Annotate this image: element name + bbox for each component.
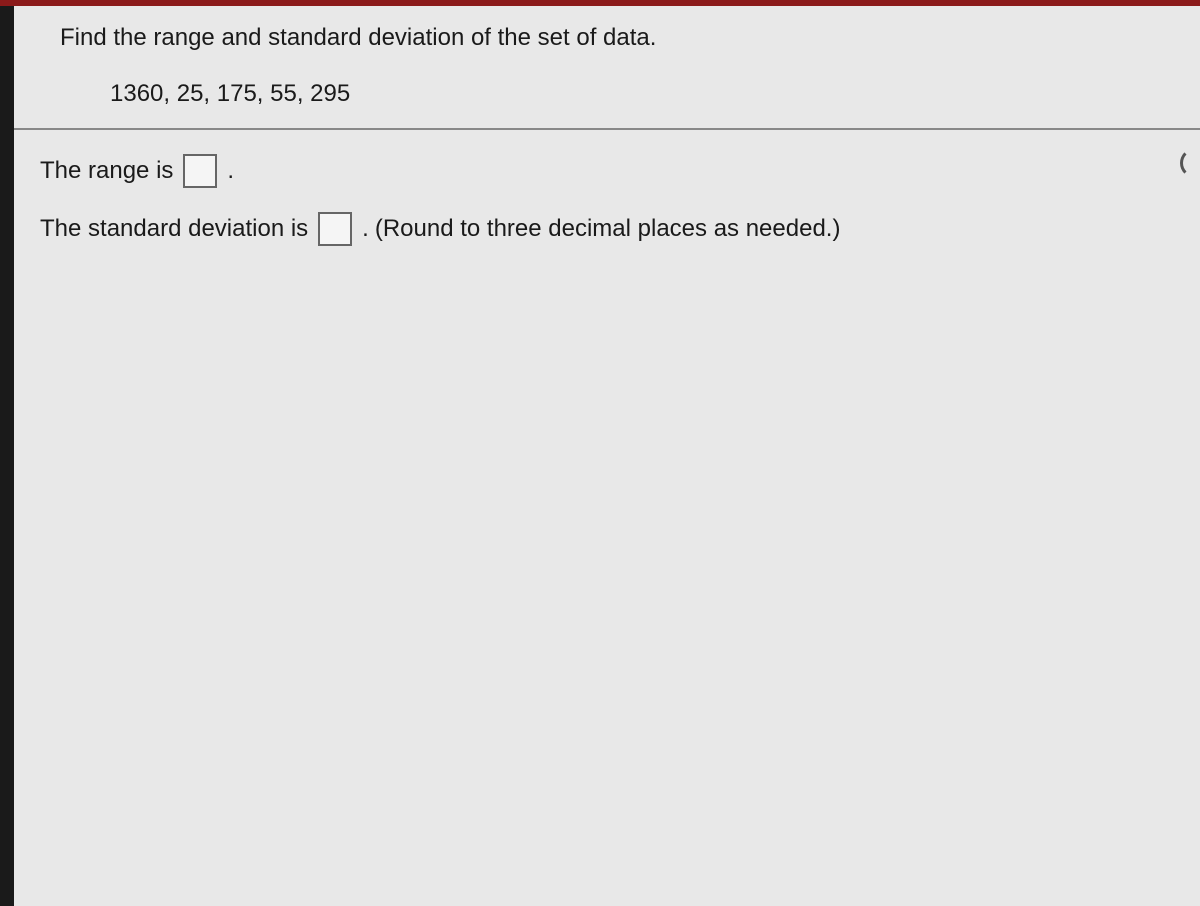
section-divider	[0, 128, 1200, 130]
range-answer-line: The range is .	[40, 154, 1160, 188]
stddev-answer-line: The standard deviation is . (Round to th…	[40, 212, 1160, 246]
question-content: Find the range and standard deviation of…	[0, 6, 1200, 246]
range-period: .	[227, 157, 234, 185]
left-edge-bar	[0, 6, 14, 906]
stddev-label: The standard deviation is	[40, 215, 308, 243]
range-label: The range is	[40, 157, 173, 185]
range-input[interactable]	[183, 154, 217, 188]
question-prompt: Find the range and standard deviation of…	[60, 24, 1160, 52]
stddev-period: .	[362, 215, 369, 243]
rounding-hint: (Round to three decimal places as needed…	[375, 215, 841, 243]
data-values: 1360, 25, 175, 55, 295	[110, 80, 1160, 108]
stddev-input[interactable]	[318, 212, 352, 246]
